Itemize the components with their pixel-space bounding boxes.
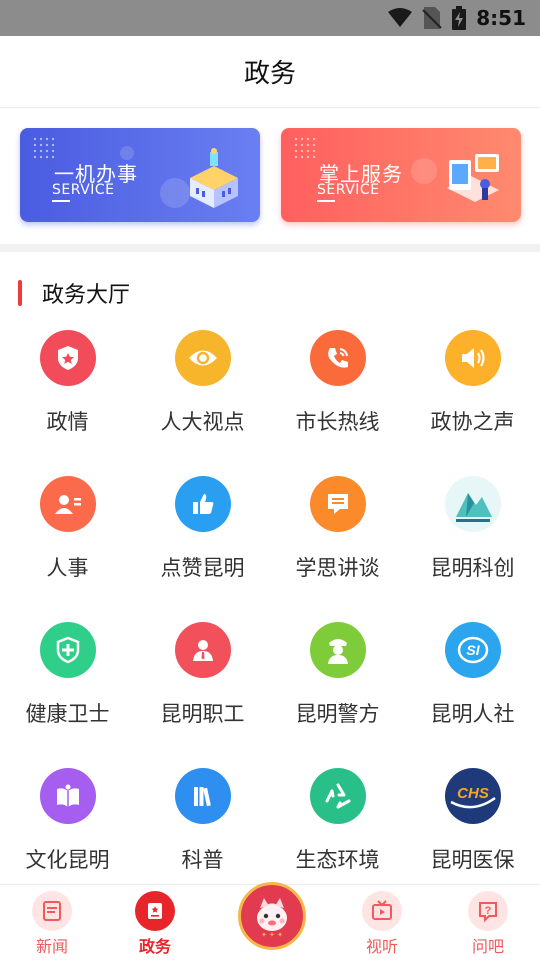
service-item-kunming-police[interactable]: 昆明警方 — [270, 622, 405, 768]
service-item-kunming-hrss[interactable]: SI 昆明人社 — [405, 622, 540, 768]
section-title: 政务大厅 — [42, 283, 131, 308]
mascot-center-button[interactable]: ✦ ✦ ✦ — [238, 882, 306, 950]
service-item-mayor-hotline[interactable]: 市长热线 — [270, 330, 405, 476]
tab-label: 新闻 — [35, 937, 68, 956]
service-label: 昆明人社 — [430, 702, 515, 726]
tv-icon — [362, 891, 402, 931]
service-label: 人大视点 — [160, 410, 245, 434]
service-item-zhengqing[interactable]: 政情 — [0, 330, 135, 476]
service-item-like-kunming[interactable]: 点赞昆明 — [135, 476, 270, 622]
service-grid: 政情 人大视点 市长热线 政协之声 人事 点赞昆明 学思讲谈 昆明科创 健康卫士… — [0, 330, 540, 914]
tab-ask[interactable]: ? 问吧 — [448, 885, 528, 961]
section-header: 政务大厅 — [0, 276, 130, 310]
service-label: 政情 — [46, 410, 89, 434]
thumbs-up-icon — [174, 476, 231, 532]
tab-government[interactable]: 政务 — [115, 885, 195, 961]
service-label: 生态环境 — [295, 848, 380, 872]
book-icon — [39, 768, 96, 824]
banner-palm-service[interactable]: 掌上服务 SERVICE — [281, 128, 521, 222]
wifi-icon — [388, 8, 413, 27]
service-label: 点赞昆明 — [160, 556, 245, 580]
service-label: 文化昆明 — [25, 848, 110, 872]
status-time: 8:51 — [476, 6, 526, 30]
banner-underline — [52, 200, 70, 202]
worker-icon — [174, 622, 231, 678]
page-title: 政务 — [243, 59, 296, 89]
speaker-icon — [444, 330, 501, 386]
banner-dots-decoration — [293, 136, 317, 160]
service-item-personnel[interactable]: 人事 — [0, 476, 135, 622]
service-label: 科普 — [181, 848, 224, 872]
tab-label: 问吧 — [471, 937, 504, 956]
tab-audio-visual[interactable]: 视听 — [342, 885, 422, 961]
banner-subtitle: SERVICE — [317, 182, 380, 198]
service-label: 昆明医保 — [430, 848, 515, 872]
service-label: 政协之声 — [430, 410, 515, 434]
service-label: 学思讲谈 — [295, 556, 380, 580]
health-shield-icon — [39, 622, 96, 678]
svg-text:?: ? — [485, 905, 492, 917]
svg-text:✦ ✦ ✦: ✦ ✦ ✦ — [261, 931, 283, 938]
building-illustration-icon — [190, 148, 238, 208]
section-accent-bar — [18, 280, 22, 306]
chs-logo-icon: CHS — [444, 768, 501, 824]
mascot-icon: ✦ ✦ ✦ — [257, 898, 287, 938]
banner-underline — [317, 200, 335, 202]
social-security-icon: SI — [444, 622, 501, 678]
banner-one-machine-service[interactable]: 一机办事 SERVICE — [20, 128, 260, 222]
police-icon — [309, 622, 366, 678]
tab-label: 视听 — [365, 937, 398, 956]
service-item-kunming-workers[interactable]: 昆明职工 — [135, 622, 270, 768]
service-label: 昆明警方 — [295, 702, 380, 726]
shield-star-icon — [39, 330, 96, 386]
service-item-cppcc-voice[interactable]: 政协之声 — [405, 330, 540, 476]
tab-label: 政务 — [138, 937, 171, 956]
title-bar: 政务 — [0, 36, 540, 108]
government-icon — [135, 891, 175, 931]
service-label: 健康卫士 — [25, 702, 110, 726]
service-label: 市长热线 — [295, 410, 380, 434]
service-label: 昆明科创 — [430, 556, 515, 580]
battery-charging-icon — [452, 6, 467, 30]
service-item-study-talk[interactable]: 学思讲谈 — [270, 476, 405, 622]
chat-document-icon — [309, 476, 366, 532]
no-sim-icon — [422, 7, 442, 29]
banner-subtitle: SERVICE — [52, 182, 115, 198]
service-item-npc-view[interactable]: 人大视点 — [135, 330, 270, 476]
id-card-icon — [39, 476, 96, 532]
service-item-kunming-innovation[interactable]: 昆明科创 — [405, 476, 540, 622]
recycle-icon — [309, 768, 366, 824]
tab-news[interactable]: 新闻 — [12, 885, 92, 961]
service-label: 昆明职工 — [160, 702, 245, 726]
service-item-health-guard[interactable]: 健康卫士 — [0, 622, 135, 768]
books-icon — [174, 768, 231, 824]
svg-text:SI: SI — [466, 642, 480, 658]
banner-bubble-decoration — [411, 158, 437, 184]
service-label: 人事 — [46, 556, 89, 580]
status-bar: 8:51 — [0, 0, 540, 36]
phone-icon — [309, 330, 366, 386]
svg-text:CHS: CHS — [457, 785, 489, 802]
devices-illustration-icon — [447, 154, 499, 202]
eye-icon — [174, 330, 231, 386]
section-divider — [0, 244, 540, 252]
kunming-science-logo-icon — [444, 476, 501, 532]
question-icon: ? — [468, 891, 508, 931]
service-banners: 一机办事 SERVICE 掌上服务 SERVICE — [0, 108, 540, 244]
news-icon — [32, 891, 72, 931]
banner-dots-decoration — [32, 136, 56, 160]
